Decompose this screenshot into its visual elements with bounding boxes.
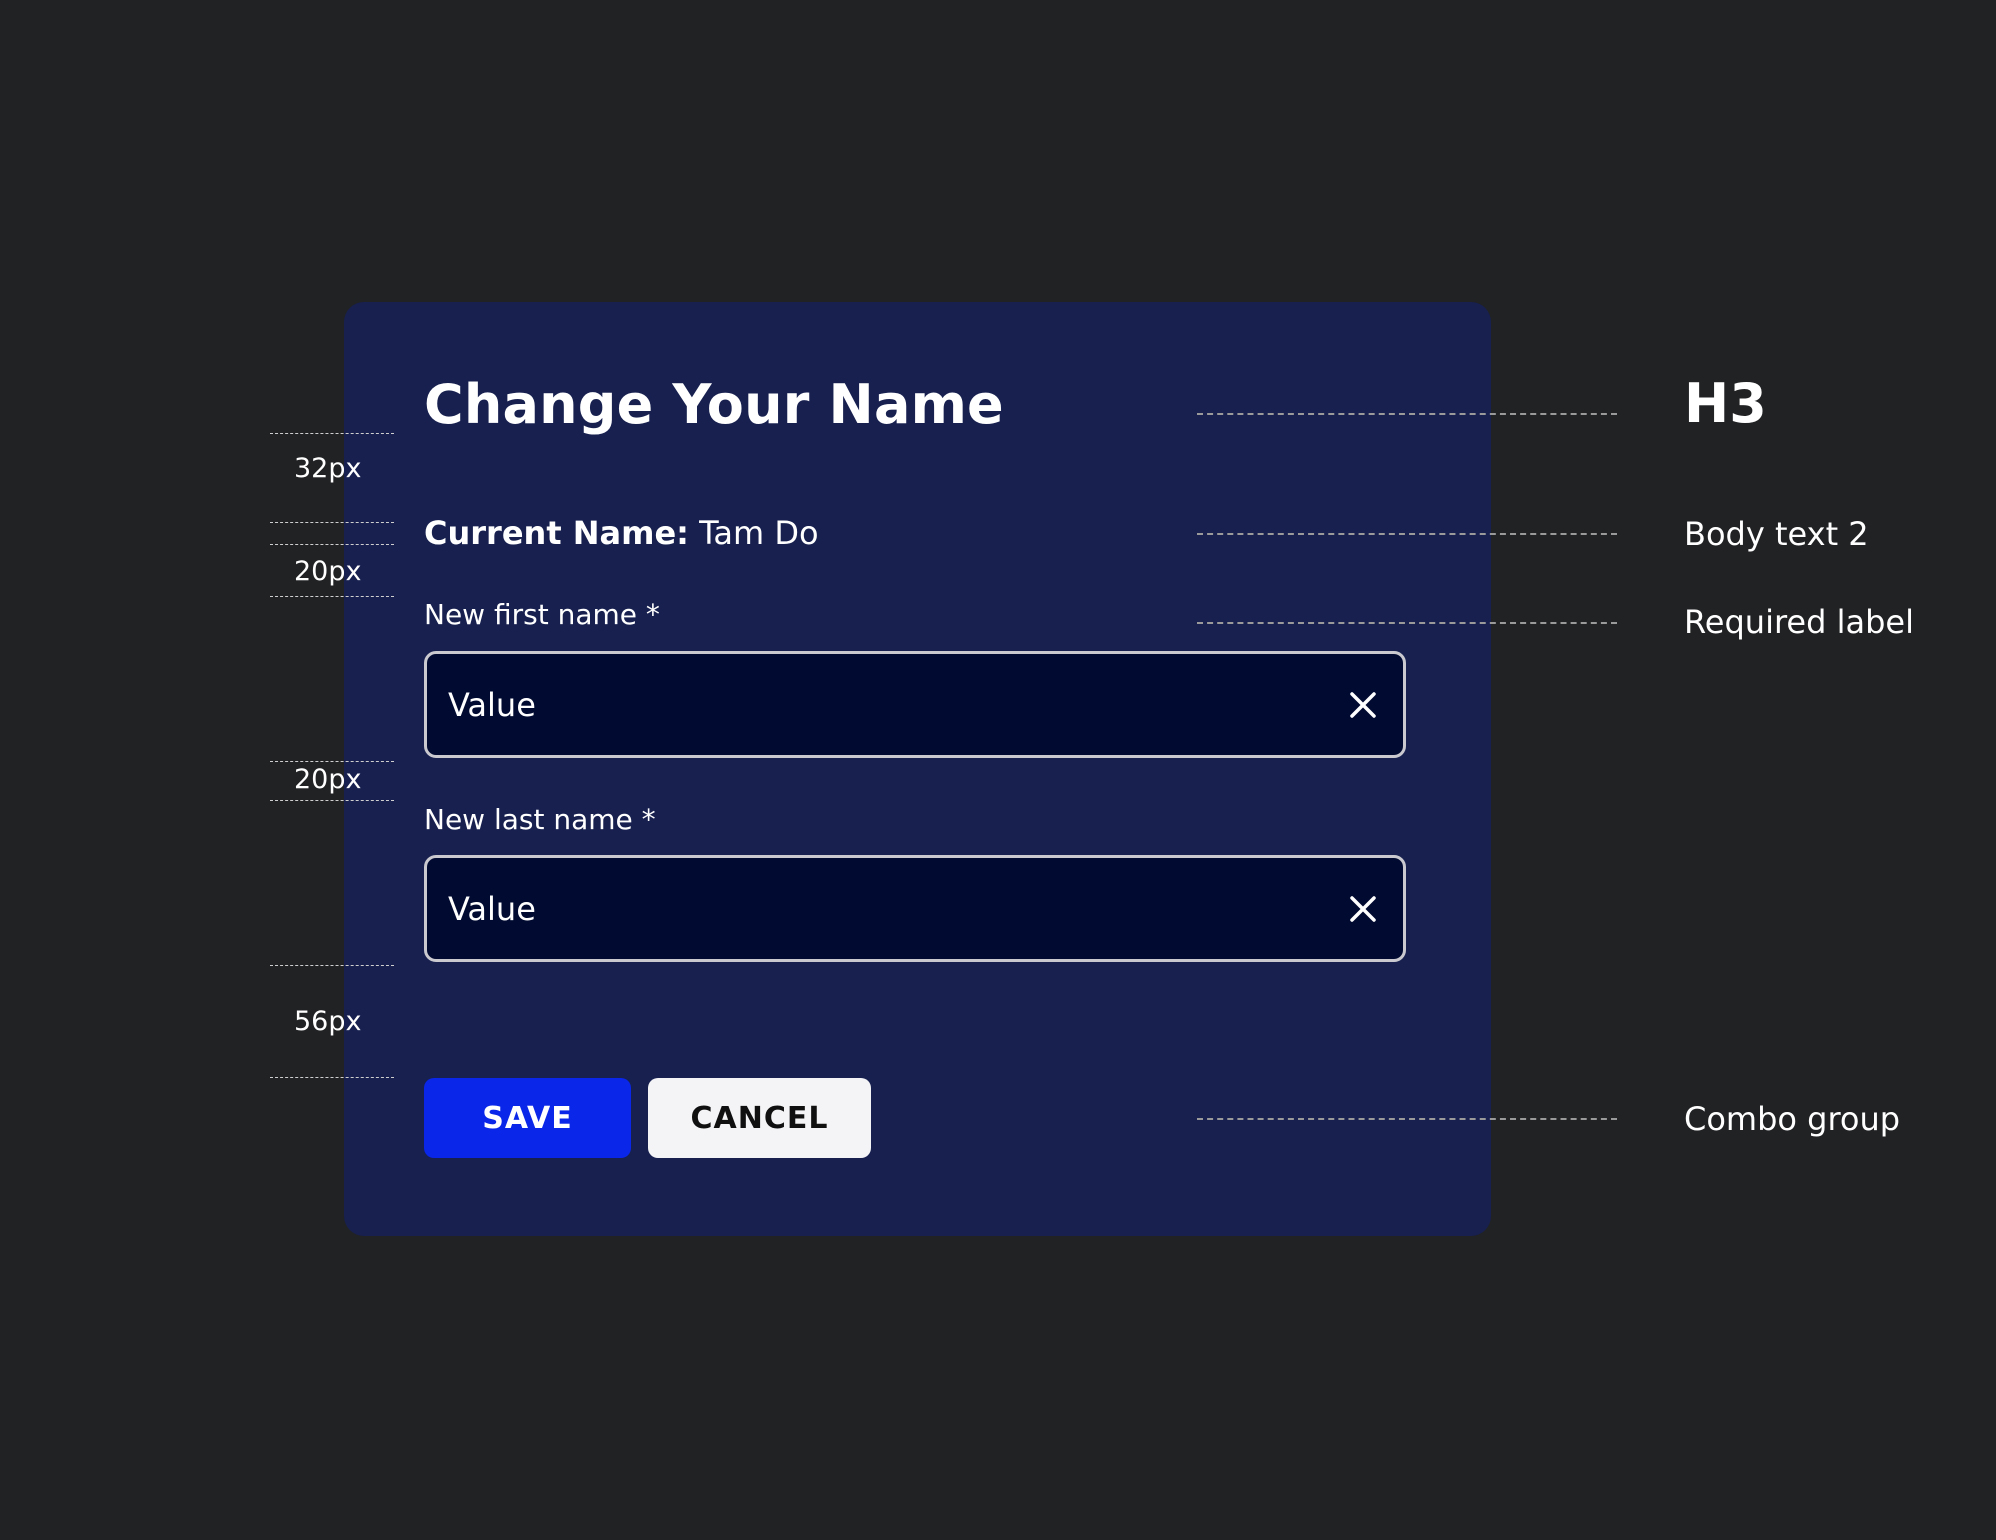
last-name-value[interactable]: Value — [448, 893, 536, 925]
spacing-guide-line — [270, 544, 394, 545]
spacing-guide-line — [270, 596, 394, 597]
close-icon[interactable] — [1347, 689, 1379, 721]
current-name-value: Tam Do — [699, 514, 819, 552]
first-name-value[interactable]: Value — [448, 689, 536, 721]
last-name-input[interactable]: Value — [424, 855, 1406, 962]
current-name-label: Current Name: — [424, 514, 689, 552]
spacing-label: 56px — [294, 1006, 362, 1037]
spacing-guide-line — [270, 965, 394, 966]
first-name-input[interactable]: Value — [424, 651, 1406, 758]
current-name: Current Name: Tam Do — [424, 514, 819, 552]
spacing-guide-line — [270, 761, 394, 762]
spacing-guide-line — [270, 1077, 394, 1078]
spacing-label: 20px — [294, 764, 362, 795]
annotation-heading: H3 — [1684, 372, 1767, 435]
spacing-label: 32px — [294, 453, 362, 484]
close-icon[interactable] — [1347, 893, 1379, 925]
annotation-required: Required label — [1684, 603, 1914, 641]
last-name-label: New last name * — [424, 803, 656, 836]
annotation-body: Body text 2 — [1684, 515, 1869, 553]
annotation-leader-line — [1197, 413, 1617, 415]
annotation-leader-line — [1197, 1118, 1617, 1120]
annotation-leader-line — [1197, 622, 1617, 624]
change-name-dialog: Change Your Name Current Name: Tam Do Ne… — [344, 302, 1491, 1236]
spacing-guide-line — [270, 433, 394, 434]
first-name-label: New first name * — [424, 598, 660, 631]
save-button[interactable]: SAVE — [424, 1078, 631, 1158]
spacing-label: 20px — [294, 556, 362, 587]
annotation-leader-line — [1197, 533, 1617, 535]
spacing-guide-line — [270, 800, 394, 801]
cancel-button[interactable]: CANCEL — [648, 1078, 871, 1158]
dialog-title: Change Your Name — [424, 373, 1004, 436]
spacing-guide-line — [270, 522, 394, 523]
annotation-buttons: Combo group — [1684, 1100, 1901, 1138]
